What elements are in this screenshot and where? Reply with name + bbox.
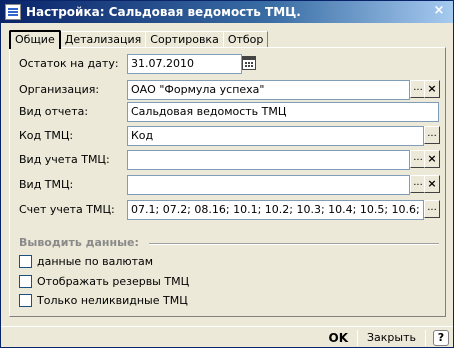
tmc-type-row: Вид ТМЦ: ... × xyxy=(19,174,440,195)
report-type-input[interactable]: Сальдовая ведомость ТМЦ xyxy=(127,101,439,122)
calendar-icon[interactable] xyxy=(242,56,256,70)
tmc-code-row: Код ТМЦ: Код ... xyxy=(19,125,440,146)
footer-bar: OK Закрыть ? xyxy=(1,326,453,348)
footer-separator-2 xyxy=(425,329,426,346)
tmc-code-select-button[interactable]: ... xyxy=(424,126,440,144)
document-icon xyxy=(5,4,21,20)
date-input[interactable]: 31.07.2010 xyxy=(127,53,242,74)
window-title: Настройка: Сальдовая ведомость ТМЦ. xyxy=(26,5,301,19)
close-button[interactable]: Закрыть xyxy=(361,329,422,347)
tmc-account-type-clear-icon[interactable]: × xyxy=(424,150,440,168)
reserves-checkbox[interactable] xyxy=(19,274,32,288)
report-type-row: Вид отчета: Сальдовая ведомость ТМЦ xyxy=(19,101,439,122)
tmc-type-input[interactable] xyxy=(127,174,410,195)
section-divider xyxy=(149,243,439,245)
illiquid-option[interactable]: Только неликвидные ТМЦ xyxy=(19,292,188,308)
close-icon[interactable]: × xyxy=(431,3,447,19)
ok-button[interactable]: OK xyxy=(323,329,355,347)
tmc-account-type-label: Вид учета ТМЦ: xyxy=(19,153,110,166)
tmc-account-row: Счет учета ТМЦ: 07.1; 07.2; 08.16; 10.1;… xyxy=(19,199,440,220)
tab-sorting[interactable]: Сортировка xyxy=(145,31,224,48)
currency-option-label: данные по валютам xyxy=(37,254,154,268)
date-label: Остаток на дату: xyxy=(19,57,119,70)
organization-clear-icon[interactable]: × xyxy=(424,80,440,98)
currency-option[interactable]: данные по валютам xyxy=(19,253,153,269)
organization-input[interactable]: ОАО "Формула успеха" xyxy=(127,79,410,100)
tmc-account-label: Счет учета ТМЦ: xyxy=(19,203,115,216)
tmc-type-label: Вид ТМЦ: xyxy=(19,178,74,191)
reserves-option-label: Отображать резервы ТМЦ xyxy=(37,274,190,288)
tab-strip: Общие Детализация Сортировка Отбор xyxy=(9,30,269,49)
tab-general[interactable]: Общие xyxy=(9,30,61,49)
tmc-account-type-input[interactable] xyxy=(127,149,410,170)
tmc-code-label: Код ТМЦ: xyxy=(19,129,74,142)
date-row: Остаток на дату: 31.07.2010 xyxy=(19,53,259,74)
organization-row: Организация: ОАО "Формула успеха" ... × xyxy=(19,79,440,100)
illiquid-option-label: Только неликвидные ТМЦ xyxy=(37,293,188,307)
settings-window: Настройка: Сальдовая ведомость ТМЦ. × Об… xyxy=(0,0,454,348)
tmc-account-select-button[interactable]: ... xyxy=(424,200,440,218)
help-icon[interactable]: ? xyxy=(433,329,449,346)
output-section-title: Выводить данные: xyxy=(19,236,139,249)
tmc-code-input[interactable]: Код xyxy=(127,125,424,146)
tmc-account-input[interactable]: 07.1; 07.2; 08.16; 10.1; 10.2; 10.3; 10.… xyxy=(127,199,424,220)
tab-detail[interactable]: Детализация xyxy=(59,31,147,48)
tab-filter[interactable]: Отбор xyxy=(222,31,269,48)
illiquid-checkbox[interactable] xyxy=(19,293,32,307)
report-type-label: Вид отчета: xyxy=(19,105,89,118)
tmc-type-clear-icon[interactable]: × xyxy=(424,175,440,193)
title-bar[interactable]: Настройка: Сальдовая ведомость ТМЦ. × xyxy=(1,1,453,23)
reserves-option[interactable]: Отображать резервы ТМЦ xyxy=(19,273,189,289)
footer-separator xyxy=(357,329,358,346)
tmc-account-type-row: Вид учета ТМЦ: ... × xyxy=(19,149,440,170)
organization-label: Организация: xyxy=(19,83,100,96)
currency-checkbox[interactable] xyxy=(19,254,32,268)
